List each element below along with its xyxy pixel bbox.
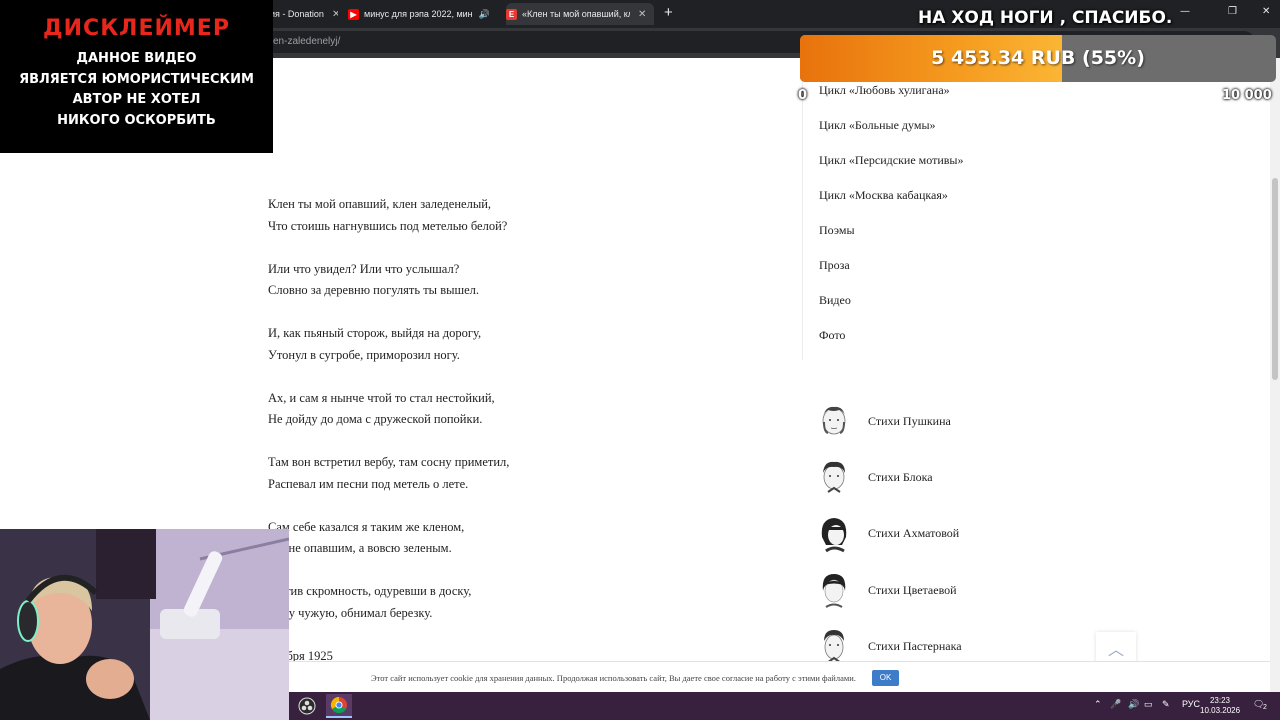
- language-indicator[interactable]: РУС: [1182, 699, 1200, 709]
- poem-line: Распевал им песни под метель о лете.: [268, 476, 469, 491]
- scrollbar-thumb[interactable]: [1272, 178, 1278, 380]
- page-scrollbar[interactable]: [1270, 58, 1280, 692]
- sidebar-menu-item[interactable]: Видео: [803, 288, 1002, 323]
- close-icon[interactable]: ✕: [332, 9, 338, 20]
- akhmatova-portrait: [821, 517, 847, 553]
- poem-line: жену чужую, обнимал березку.: [268, 605, 433, 620]
- stanza-gap: [268, 560, 509, 582]
- poem-line: Или что увидел? Или что услышал?: [268, 261, 460, 276]
- stanza-gap: [268, 366, 509, 388]
- youtube-icon: ▶: [348, 8, 359, 20]
- close-window-icon[interactable]: ✕: [1262, 6, 1270, 17]
- scroll-to-top-button[interactable]: ︿: [1096, 632, 1136, 664]
- donation-goal-bar: 5 453.34 RUB (55%): [800, 35, 1276, 82]
- sidebar-menu-item[interactable]: Цикл «Персидские мотивы»: [803, 148, 1002, 183]
- donation-goal-max: 10 000: [1222, 88, 1272, 103]
- donation-goal-min: 0: [798, 88, 808, 103]
- volume-icon[interactable]: 🔊: [1128, 699, 1139, 710]
- sidebar-menu-item[interactable]: Цикл «Больные думы»: [803, 113, 1002, 148]
- stanza-gap: [268, 237, 509, 259]
- disclaimer-line: НИКОГО ОСКОРБИТЬ: [57, 112, 216, 128]
- poem-line: Что стоишь нагнувшись под метелью белой?: [268, 218, 508, 233]
- minimize-icon[interactable]: —: [1180, 6, 1190, 17]
- cookie-text: Этот сайт использует cookie для хранения…: [371, 673, 856, 683]
- close-icon[interactable]: ✕: [638, 9, 646, 20]
- clock[interactable]: 23:23 10.03.2026: [1200, 696, 1240, 716]
- obs-app-icon[interactable]: [294, 694, 320, 718]
- network-icon[interactable]: ▭: [1144, 699, 1153, 710]
- tsvetaeva-portrait: [822, 574, 846, 608]
- chrome-app-icon[interactable]: [326, 694, 352, 718]
- webcam-image: [0, 529, 289, 720]
- url-text: en-zaledenelyj/: [273, 36, 341, 47]
- poem-line: тратив скромность, одуревши в доску,: [268, 584, 472, 598]
- poet-link-pushkin[interactable]: Стихи Пушкина: [818, 393, 962, 449]
- pasternak-portrait: [824, 630, 844, 665]
- tab-poem[interactable]: E «Клен ты мой опавший, клен з ✕: [506, 3, 654, 25]
- sidebar-menu-item[interactable]: Проза: [803, 253, 1002, 288]
- disclaimer-line: ДАННОЕ ВИДЕО: [76, 51, 197, 66]
- poet-label: Стихи Пастернака: [868, 638, 962, 653]
- poet-link-blok[interactable]: Стихи Блока: [818, 449, 962, 505]
- poet-label: Стихи Цветаевой: [868, 582, 957, 597]
- microphone-icon[interactable]: 🎤: [1110, 699, 1121, 710]
- poem-line: Словно за деревню погулять ты вышел.: [268, 283, 480, 297]
- disclaimer-line: АВТОР НЕ ХОТЕЛ: [72, 92, 201, 107]
- clock-time: 23:23: [1209, 696, 1231, 705]
- restore-icon[interactable]: ❐: [1228, 6, 1237, 17]
- disclaimer-overlay: ДИСКЛЕЙМЕР ДАННОЕ ВИДЕО ЯВЛЯЕТСЯ ЮМОРИСТ…: [0, 0, 273, 153]
- sidebar-menu-item[interactable]: Поэмы: [803, 218, 1002, 253]
- tab-donation-title: ия - Donation: [270, 9, 324, 19]
- poem-text: Клен ты мой опавший, клен заледенелый, Чт…: [268, 194, 509, 667]
- new-tab-icon[interactable]: +: [664, 4, 673, 21]
- sidebar-menu-item[interactable]: Цикл «Любовь хулигана»: [803, 78, 1002, 113]
- poet-link-tsvetaeva[interactable]: Стихи Цветаевой: [818, 562, 962, 618]
- poem-line: Не дойду до дома с дружеской попойки.: [268, 412, 483, 426]
- tab-donation[interactable]: ия - Donation ✕: [270, 3, 338, 25]
- disclaimer-line: ЯВЛЯЕТСЯ ЮМОРИСТИЧЕСКИМ: [19, 71, 254, 87]
- poets-list: Стихи Пушкина Стихи Блока Стихи Ахматово…: [818, 393, 962, 674]
- sidebar-menu: Цикл «Любовь хулигана» Цикл «Больные думы…: [802, 78, 1002, 360]
- poet-label: Стихи Блока: [868, 469, 933, 484]
- chevron-up-icon[interactable]: ⌃: [1094, 699, 1102, 710]
- stanza-gap: [268, 431, 509, 453]
- webcam-feed: [0, 529, 289, 720]
- sidebar-menu-item[interactable]: Цикл «Москва кабацкая»: [803, 183, 1002, 218]
- poem-line: Там вон встретил вербу, там сосну примет…: [268, 455, 510, 469]
- poem-line: Утонул в сугробе, приморозил ногу.: [268, 347, 460, 362]
- stanza-gap: [268, 302, 509, 324]
- poet-label: Стихи Пушкина: [868, 413, 951, 428]
- stanza-gap: [268, 624, 509, 646]
- disclaimer-title: ДИСКЛЕЙМЕР: [43, 16, 230, 41]
- notification-count: 2: [1263, 704, 1267, 711]
- sidebar-menu-item[interactable]: Фото: [803, 323, 1002, 358]
- site-e-icon: E: [506, 8, 517, 20]
- cookie-ok-button[interactable]: OK: [872, 670, 899, 686]
- pushkin-portrait: [822, 407, 846, 435]
- tab-poem-title: «Клен ты мой опавший, клен з: [522, 9, 630, 19]
- donation-goal-message: НА ХОД НОГИ , СПАСИБО.: [918, 8, 1173, 28]
- tab-youtube[interactable]: ▶ минус для рэпа 2022, мин 🔊 ✕: [348, 3, 496, 25]
- poem-line: Сам себе казался я таким же кленом,: [268, 519, 465, 534]
- clock-date: 10.03.2026: [1200, 706, 1241, 715]
- poem-line: Клен ты мой опавший, клен заледенелый,: [268, 197, 492, 211]
- poet-label: Стихи Ахматовой: [868, 526, 960, 541]
- donation-goal-amount: 5 453.34 RUB (55%): [931, 47, 1145, 69]
- tab-youtube-title: минус для рэпа 2022, мин: [364, 9, 473, 19]
- poet-link-akhmatova[interactable]: Стихи Ахматовой: [818, 506, 962, 562]
- stanza-gap: [268, 495, 509, 517]
- pen-icon[interactable]: ✎: [1162, 699, 1170, 710]
- speaker-icon[interactable]: 🔊: [479, 9, 490, 20]
- poem-line: ько не опавшим, а вовсю зеленым.: [268, 541, 452, 555]
- poem-line: И, как пьяный сторож, выйдя на дорогу,: [268, 326, 482, 340]
- poem-line: Ах, и сам я нынче чтой то стал нестойкий…: [268, 390, 495, 405]
- chevron-up-icon: ︿: [1107, 640, 1124, 659]
- blok-portrait: [823, 462, 845, 494]
